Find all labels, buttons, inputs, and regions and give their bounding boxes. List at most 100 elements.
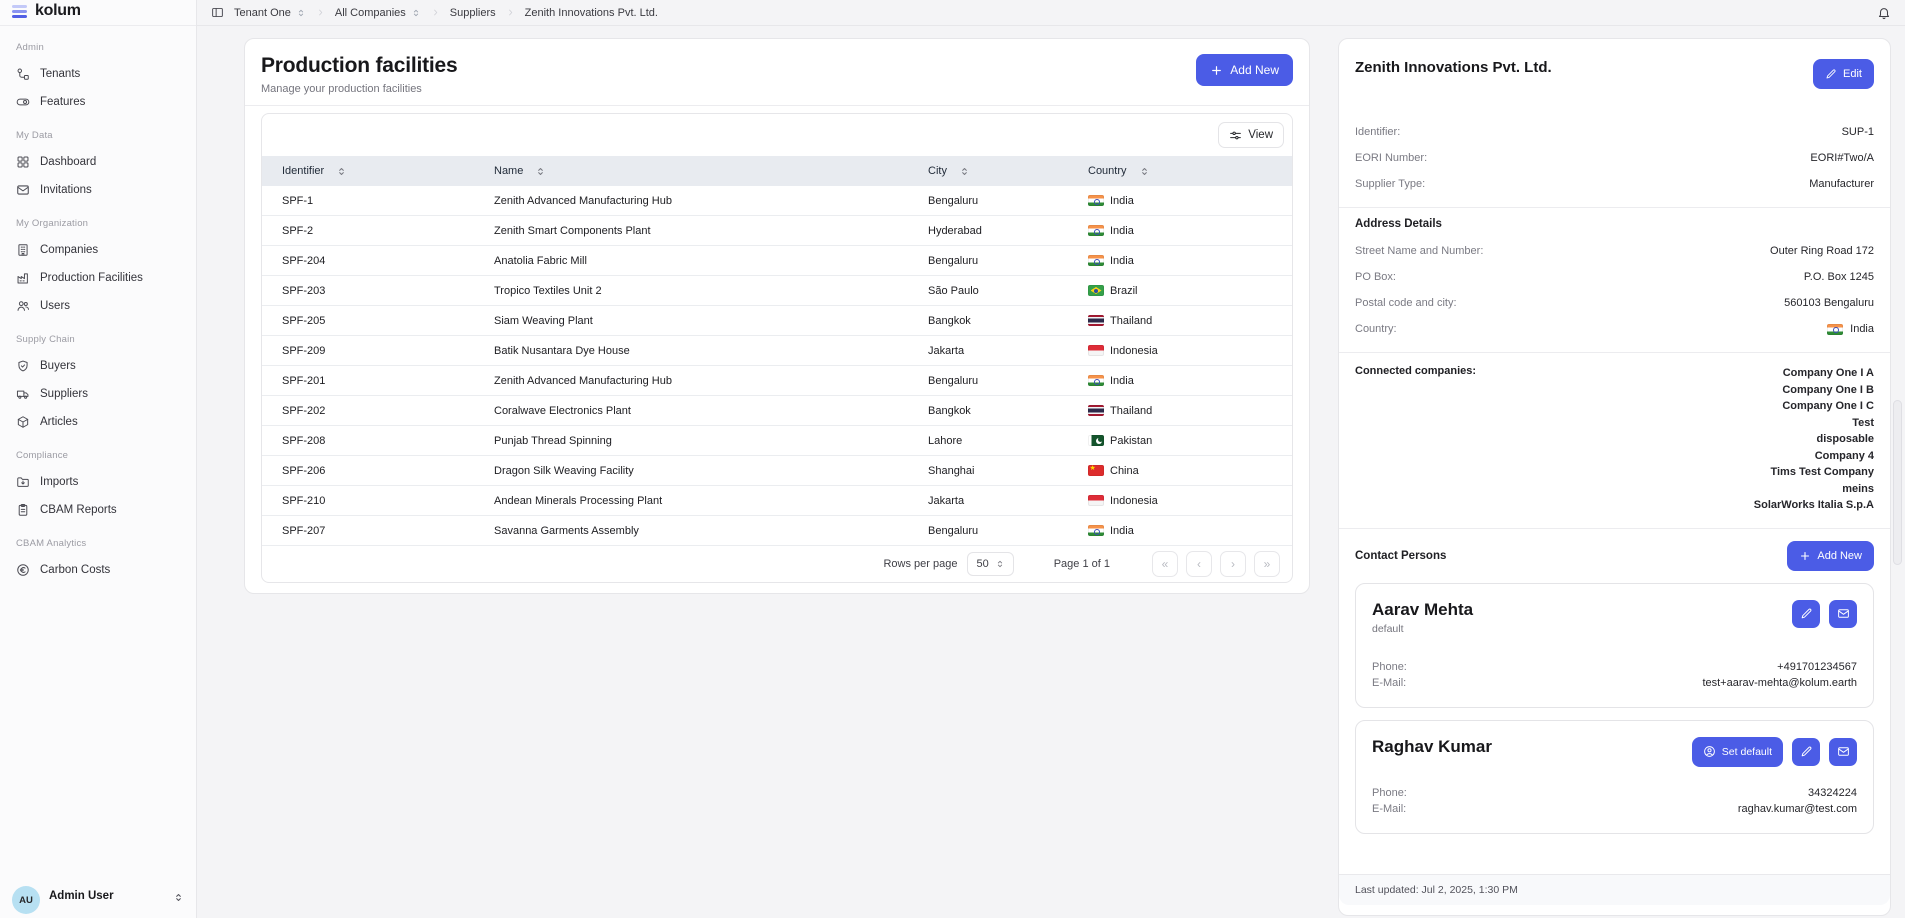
scrollbar-thumb[interactable] <box>1893 400 1902 565</box>
sidebar-item-invitations[interactable]: Invitations <box>10 176 186 204</box>
column-header-label: City <box>928 165 947 177</box>
cell-city: Bengaluru <box>908 516 1068 545</box>
sort-icon[interactable] <box>959 166 970 177</box>
panel-left-icon <box>211 6 224 19</box>
table-row[interactable]: SPF-2 Zenith Smart Components Plant Hyde… <box>262 216 1292 246</box>
info-label: PO Box: <box>1355 271 1396 283</box>
column-header[interactable]: Country <box>1068 156 1292 186</box>
first-page-button[interactable] <box>1152 551 1178 577</box>
column-header[interactable]: City <box>908 156 1068 186</box>
breadcrumb-suppliers[interactable]: Suppliers <box>450 7 496 19</box>
sidebar-item-production-facilities[interactable]: Production Facilities <box>10 264 186 292</box>
add-new-facility-button[interactable]: Add New <box>1196 54 1293 86</box>
table-row[interactable]: SPF-203 Tropico Textiles Unit 2 São Paul… <box>262 276 1292 306</box>
country-flag-icon <box>1088 525 1104 536</box>
edit-supplier-button[interactable]: Edit <box>1813 59 1874 89</box>
info-row: Street Name and Number: Outer Ring Road … <box>1355 238 1874 264</box>
table-row[interactable]: SPF-210 Andean Minerals Processing Plant… <box>262 486 1292 516</box>
email-contact-button[interactable] <box>1829 600 1857 628</box>
email-contact-button[interactable] <box>1829 738 1857 766</box>
breadcrumb-company[interactable]: All Companies <box>335 7 421 19</box>
table-row[interactable]: SPF-201 Zenith Advanced Manufacturing Hu… <box>262 366 1292 396</box>
sidebar-section-supply-chain: Supply Chain <box>16 334 180 345</box>
sidebar: kolum Admin Tenants Features My Data Das… <box>0 0 197 918</box>
sidebar-item-label: Suppliers <box>40 388 88 400</box>
truck-icon <box>16 387 30 401</box>
sort-icon[interactable] <box>336 166 347 177</box>
dashboard-grid-icon <box>16 155 30 169</box>
sidebar-item-articles[interactable]: Articles <box>10 408 186 436</box>
sort-icon[interactable] <box>1139 166 1150 177</box>
breadcrumb-label: All Companies <box>335 7 406 19</box>
user-menu[interactable]: AU Admin User <box>0 880 196 918</box>
email-value: raghav.kumar@test.com <box>1738 801 1857 817</box>
previous-page-button[interactable] <box>1186 551 1212 577</box>
cell-name: Siam Weaving Plant <box>474 306 908 335</box>
info-label: Country: <box>1355 323 1397 335</box>
cell-country: Indonesia <box>1068 486 1292 515</box>
phone-label: Phone: <box>1372 659 1407 675</box>
edit-contact-button[interactable] <box>1792 600 1820 628</box>
notifications-button[interactable] <box>1877 6 1891 20</box>
connected-company: Tims Test Company <box>1754 464 1874 481</box>
table-row[interactable]: SPF-206 Dragon Silk Weaving Facility Sha… <box>262 456 1292 486</box>
supplier-name-title: Zenith Innovations Pvt. Ltd. <box>1355 59 1552 76</box>
cell-city: São Paulo <box>908 276 1068 305</box>
breadcrumb-tenant[interactable]: Tenant One <box>234 7 306 19</box>
sidebar-item-companies[interactable]: Companies <box>10 236 186 264</box>
app-logo[interactable]: kolum <box>0 0 196 26</box>
cell-name: Zenith Advanced Manufacturing Hub <box>474 366 908 395</box>
table-row[interactable]: SPF-204 Anatolia Fabric Mill Bengaluru I… <box>262 246 1292 276</box>
connected-company: Company One I B <box>1754 382 1874 399</box>
production-facilities-card: Production facilities Manage your produc… <box>244 38 1310 594</box>
sidebar-item-label: Dashboard <box>40 156 96 168</box>
sidebar-item-imports[interactable]: Imports <box>10 468 186 496</box>
cell-country: India <box>1068 366 1292 395</box>
sidebar-item-label: Invitations <box>40 184 92 196</box>
cell-identifier: SPF-202 <box>262 396 474 425</box>
sidebar-item-dashboard[interactable]: Dashboard <box>10 148 186 176</box>
sidebar-toggle-button[interactable] <box>211 6 224 19</box>
breadcrumb-label: Tenant One <box>234 7 291 19</box>
tenants-icon <box>16 67 30 81</box>
add-contact-button[interactable]: Add New <box>1787 541 1874 571</box>
cell-country: India <box>1068 216 1292 245</box>
column-header[interactable]: Identifier <box>262 156 474 186</box>
view-label: View <box>1248 129 1273 141</box>
table-row[interactable]: SPF-205 Siam Weaving Plant Bangkok Thail… <box>262 306 1292 336</box>
table-row[interactable]: SPF-208 Punjab Thread Spinning Lahore Pa… <box>262 426 1292 456</box>
euro-coin-icon <box>16 563 30 577</box>
sidebar-item-cbam-reports[interactable]: CBAM Reports <box>10 496 186 524</box>
info-value: EORI#Two/A <box>1810 152 1874 164</box>
table-row[interactable]: SPF-1 Zenith Advanced Manufacturing Hub … <box>262 186 1292 216</box>
sidebar-item-suppliers[interactable]: Suppliers <box>10 380 186 408</box>
cell-identifier: SPF-208 <box>262 426 474 455</box>
table-pagination: Rows per page 50 Page 1 of 1 <box>262 546 1292 582</box>
table-row[interactable]: SPF-209 Batik Nusantara Dye House Jakart… <box>262 336 1292 366</box>
table-row[interactable]: SPF-207 Savanna Garments Assembly Bengal… <box>262 516 1292 546</box>
sidebar-item-features[interactable]: Features <box>10 88 186 116</box>
country-flag-icon <box>1088 375 1104 386</box>
sidebar-item-carbon-costs[interactable]: Carbon Costs <box>10 556 186 584</box>
plus-icon <box>1799 550 1811 562</box>
sidebar-item-label: Tenants <box>40 68 80 80</box>
country-flag-icon <box>1827 324 1843 335</box>
view-options-button[interactable]: View <box>1218 122 1284 148</box>
table-row[interactable]: SPF-202 Coralwave Electronics Plant Bang… <box>262 396 1292 426</box>
folder-import-icon <box>16 475 30 489</box>
column-header[interactable]: Name <box>474 156 908 186</box>
rows-per-page-select[interactable]: 50 <box>967 552 1013 576</box>
card-header: Production facilities Manage your produc… <box>245 39 1309 106</box>
sidebar-item-users[interactable]: Users <box>10 292 186 320</box>
connected-company: disposable <box>1754 431 1874 448</box>
email-label: E-Mail: <box>1372 801 1406 817</box>
edit-contact-button[interactable] <box>1792 738 1820 766</box>
sidebar-item-label: Buyers <box>40 360 76 372</box>
next-page-button[interactable] <box>1220 551 1246 577</box>
set-default-contact-button[interactable]: Set default <box>1692 737 1783 767</box>
sidebar-item-buyers[interactable]: Buyers <box>10 352 186 380</box>
sidebar-item-tenants[interactable]: Tenants <box>10 60 186 88</box>
info-value: P.O. Box 1245 <box>1804 271 1874 283</box>
last-page-button[interactable] <box>1254 551 1280 577</box>
sort-icon[interactable] <box>535 166 546 177</box>
